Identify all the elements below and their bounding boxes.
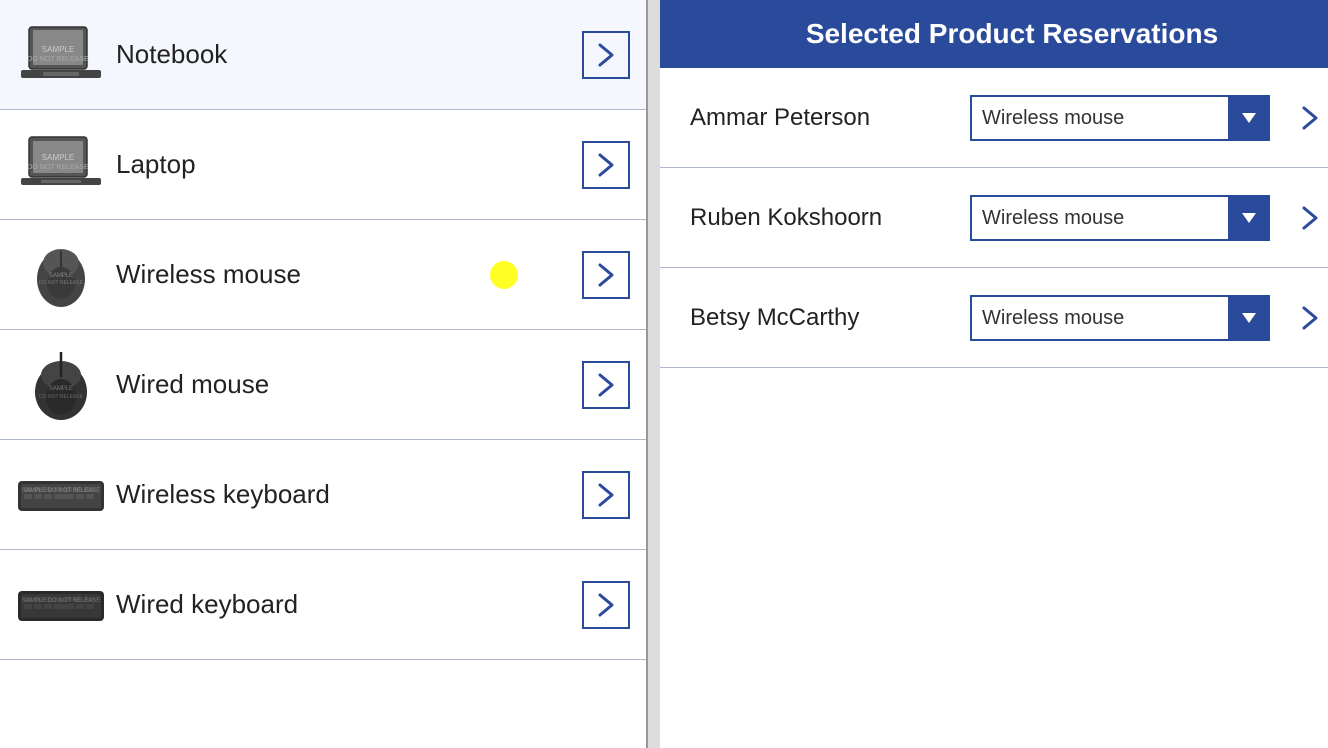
product-icon-wired-mouse: SAMPLE DO NOT RELEASE: [16, 347, 106, 422]
svg-text:DO NOT RELEASE: DO NOT RELEASE: [39, 280, 83, 286]
reservation-row-betsy: Betsy McCarthyWireless mouseWired mouseW…: [660, 268, 1328, 368]
product-chevron-wired-keyboard[interactable]: [582, 581, 630, 629]
panel-title: Selected Product Reservations: [660, 0, 1328, 68]
select-wrapper-ruben: Wireless mouseWired mouseWireless keyboa…: [970, 195, 1270, 241]
product-item-wired-mouse[interactable]: SAMPLE DO NOT RELEASE Wired mouse: [0, 330, 646, 440]
svg-text:DO NOT RELEASE: DO NOT RELEASE: [27, 56, 89, 63]
svg-text:SAMPLE: SAMPLE: [42, 153, 74, 162]
select-container-ruben: Wireless mouseWired mouseWireless keyboa…: [970, 195, 1270, 241]
product-list: SAMPLE DO NOT RELEASE Notebook SAMPLE DO…: [0, 0, 648, 748]
right-panel: Selected Product Reservations Ammar Pete…: [660, 0, 1328, 748]
person-name-betsy: Betsy McCarthy: [690, 304, 970, 332]
product-label-wireless-mouse: Wireless mouse: [106, 259, 582, 290]
scrollbar[interactable]: [648, 0, 660, 748]
product-icon-notebook: SAMPLE DO NOT RELEASE: [16, 22, 106, 87]
product-label-wired-keyboard: Wired keyboard: [106, 589, 582, 620]
product-chevron-notebook[interactable]: [582, 31, 630, 79]
person-name-ammar: Ammar Peterson: [690, 104, 970, 132]
product-chevron-wireless-keyboard[interactable]: [582, 471, 630, 519]
product-icon-wireless-mouse: SAMPLE DO NOT RELEASE: [16, 241, 106, 309]
product-select-betsy[interactable]: Wireless mouseWired mouseWireless keyboa…: [970, 295, 1270, 341]
product-chevron-laptop[interactable]: [582, 141, 630, 189]
svg-text:SAMPLE: SAMPLE: [49, 273, 73, 279]
svg-text:SAMPLE: SAMPLE: [49, 386, 73, 392]
reservation-list: Ammar PetersonWireless mouseWired mouseW…: [660, 68, 1328, 748]
product-item-laptop[interactable]: SAMPLE DO NOT RELEASE Laptop: [0, 110, 646, 220]
reservation-row-ammar: Ammar PetersonWireless mouseWired mouseW…: [660, 68, 1328, 168]
reservation-chevron-ruben[interactable]: [1286, 194, 1328, 242]
svg-text:SAMPLE DO NOT RELEASE: SAMPLE DO NOT RELEASE: [22, 488, 101, 494]
select-wrapper-ammar: Wireless mouseWired mouseWireless keyboa…: [970, 95, 1270, 141]
product-item-wireless-mouse[interactable]: SAMPLE DO NOT RELEASE Wireless mouse: [0, 220, 646, 330]
product-label-wireless-keyboard: Wireless keyboard: [106, 479, 582, 510]
product-item-wired-keyboard[interactable]: SAMPLE DO NOT RELEASE Wired keyboard: [0, 550, 646, 660]
product-icon-wired-keyboard: SAMPLE DO NOT RELEASE: [16, 586, 106, 624]
product-item-notebook[interactable]: SAMPLE DO NOT RELEASE Notebook: [0, 0, 646, 110]
select-container-ammar: Wireless mouseWired mouseWireless keyboa…: [970, 95, 1270, 141]
reservation-chevron-ammar[interactable]: [1286, 94, 1328, 142]
svg-text:DO NOT RELEASE: DO NOT RELEASE: [27, 164, 89, 171]
reservation-row-ruben: Ruben KokshoornWireless mouseWired mouse…: [660, 168, 1328, 268]
select-wrapper-betsy: Wireless mouseWired mouseWireless keyboa…: [970, 295, 1270, 341]
svg-text:SAMPLE DO NOT RELEASE: SAMPLE DO NOT RELEASE: [22, 598, 101, 604]
product-select-ruben[interactable]: Wireless mouseWired mouseWireless keyboa…: [970, 195, 1270, 241]
product-select-ammar[interactable]: Wireless mouseWired mouseWireless keyboa…: [970, 95, 1270, 141]
product-icon-wireless-keyboard: SAMPLE DO NOT RELEASE: [16, 476, 106, 514]
product-icon-laptop: SAMPLE DO NOT RELEASE: [16, 132, 106, 197]
product-chevron-wireless-mouse[interactable]: [582, 251, 630, 299]
svg-text:DO NOT RELEASE: DO NOT RELEASE: [39, 394, 83, 400]
svg-text:SAMPLE: SAMPLE: [42, 45, 74, 54]
product-label-laptop: Laptop: [106, 149, 582, 180]
reservation-chevron-betsy[interactable]: [1286, 294, 1328, 342]
product-chevron-wired-mouse[interactable]: [582, 361, 630, 409]
select-container-betsy: Wireless mouseWired mouseWireless keyboa…: [970, 295, 1270, 341]
product-label-notebook: Notebook: [106, 39, 582, 70]
person-name-ruben: Ruben Kokshoorn: [690, 204, 970, 232]
product-label-wired-mouse: Wired mouse: [106, 369, 582, 400]
product-item-wireless-keyboard[interactable]: SAMPLE DO NOT RELEASE Wireless keyboard: [0, 440, 646, 550]
